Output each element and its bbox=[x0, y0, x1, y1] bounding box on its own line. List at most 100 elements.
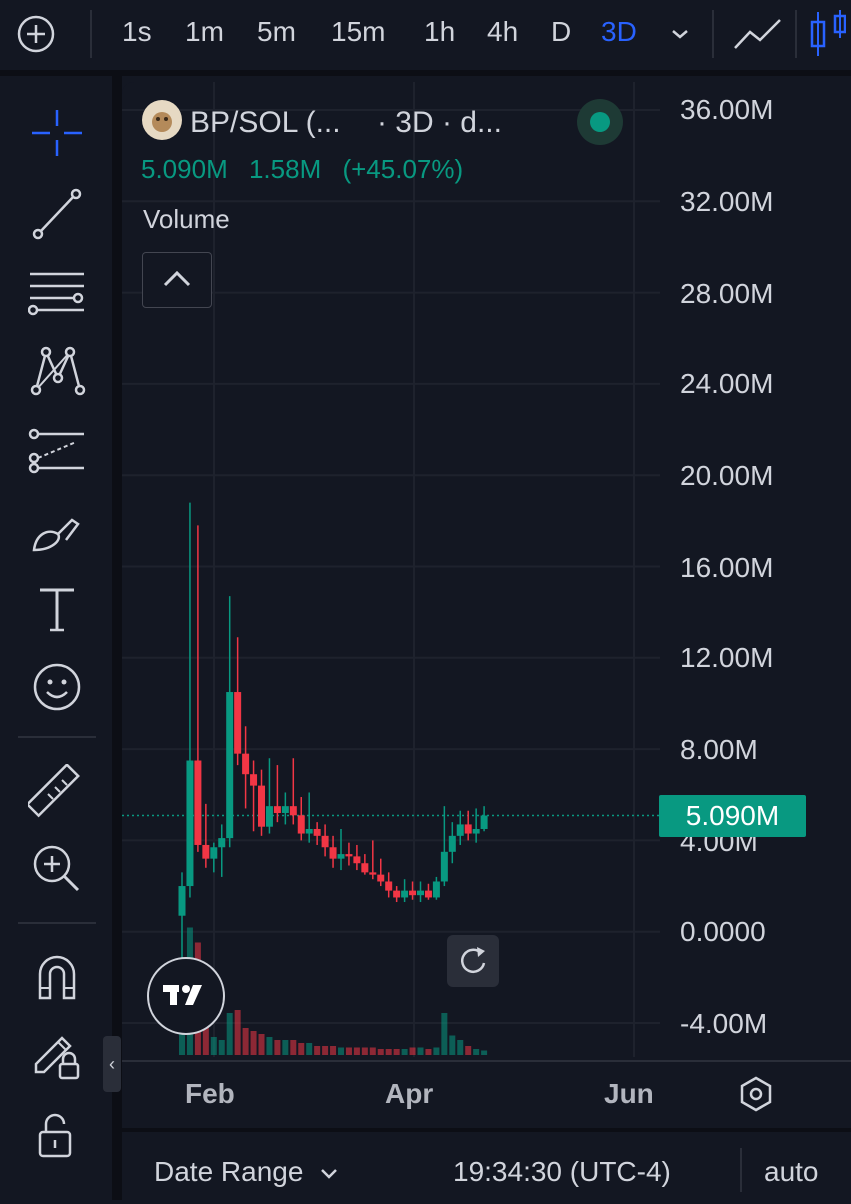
candle-body bbox=[369, 872, 377, 875]
bottom-toolbar: Date Range 19:34:30 (UTC-4) auto bbox=[122, 1128, 851, 1204]
volume-bar bbox=[369, 1047, 376, 1055]
brush-icon[interactable] bbox=[28, 502, 86, 560]
crosshair-icon[interactable] bbox=[28, 104, 86, 162]
unlock-icon[interactable] bbox=[28, 1108, 86, 1166]
volume-bar bbox=[465, 1046, 472, 1055]
timeframe-5m[interactable]: 5m bbox=[257, 16, 296, 48]
volume-bar bbox=[210, 1037, 217, 1055]
price-tick: 8.00M bbox=[680, 734, 758, 765]
price-tick: 0.0000 bbox=[680, 916, 766, 947]
collapse-toolbar-toggle[interactable]: ‹ bbox=[103, 1036, 121, 1092]
pattern-icon[interactable] bbox=[28, 342, 86, 400]
timeframe-4h[interactable]: 4h bbox=[487, 16, 518, 48]
add-circle-icon[interactable] bbox=[16, 14, 56, 54]
fib-lines-icon[interactable] bbox=[27, 264, 86, 322]
auto-scale-toggle[interactable]: auto bbox=[764, 1156, 819, 1188]
date-range-label: Date Range bbox=[154, 1156, 304, 1187]
volume-bar bbox=[218, 1040, 225, 1055]
volume-indicator-label[interactable]: Volume bbox=[143, 204, 230, 235]
volume-bar bbox=[417, 1047, 424, 1055]
candle-body bbox=[297, 815, 305, 834]
change-percent: (+45.07%) bbox=[342, 154, 464, 184]
symbol-legend[interactable]: BP/SOL (... · 3D · d... bbox=[190, 106, 502, 140]
volume-bar bbox=[473, 1049, 480, 1055]
zoom-in-icon[interactable] bbox=[28, 840, 86, 898]
last-price: 5.090M bbox=[141, 154, 228, 184]
settings-hexagon-icon[interactable] bbox=[736, 1074, 776, 1114]
token-avatar bbox=[142, 100, 182, 140]
timeframe-1m[interactable]: 1m bbox=[185, 16, 224, 48]
price-tick: 28.00M bbox=[680, 278, 774, 309]
volume-bar bbox=[226, 1013, 233, 1055]
chevron-down-icon[interactable] bbox=[668, 24, 692, 44]
candle-body bbox=[242, 753, 250, 775]
top-toolbar: 1s 1m 5m 15m 1h 4h D 3D bbox=[0, 0, 851, 76]
price-axis[interactable]: 36.00M 32.00M 28.00M 24.00M 20.00M 16.00… bbox=[660, 82, 851, 1057]
volume-bar bbox=[433, 1047, 440, 1055]
volume-bar bbox=[282, 1040, 289, 1055]
volume-bar bbox=[266, 1037, 273, 1055]
volume-bar bbox=[481, 1050, 488, 1055]
drawing-toolbar bbox=[0, 76, 112, 1200]
reset-chart-button[interactable] bbox=[447, 935, 499, 987]
collapse-legend-button[interactable] bbox=[142, 252, 212, 308]
toolbar-divider bbox=[712, 10, 714, 58]
candle-body bbox=[353, 856, 361, 864]
candles-icon[interactable] bbox=[806, 8, 847, 60]
candle-body bbox=[202, 844, 210, 859]
volume-bar bbox=[449, 1035, 456, 1055]
date-range-button[interactable]: Date Range bbox=[154, 1156, 339, 1188]
magnet-icon[interactable] bbox=[28, 948, 86, 1006]
timeframe-d[interactable]: D bbox=[551, 16, 571, 48]
market-status-indicator[interactable] bbox=[577, 99, 623, 145]
price-tick: -4.00M bbox=[680, 1008, 768, 1039]
candle-body bbox=[424, 890, 432, 898]
volume-bar bbox=[409, 1047, 416, 1055]
timeframe-1s[interactable]: 1s bbox=[122, 16, 152, 48]
candle-body bbox=[281, 806, 289, 814]
ruler-icon[interactable] bbox=[25, 762, 86, 822]
forecast-icon[interactable] bbox=[28, 422, 86, 480]
change-value: 1.58M bbox=[248, 154, 322, 184]
candle-body bbox=[417, 890, 424, 896]
volume-bar bbox=[242, 1028, 249, 1055]
candle-body bbox=[194, 760, 202, 845]
price-tick: 32.00M bbox=[680, 186, 774, 217]
candle-body bbox=[440, 851, 448, 882]
price-tick: 12.00M bbox=[680, 642, 774, 673]
price-tick: 36.00M bbox=[680, 94, 774, 125]
tradingview-logo[interactable] bbox=[147, 957, 225, 1035]
candle-body bbox=[178, 886, 186, 916]
line-chart-icon[interactable] bbox=[732, 14, 784, 54]
timeframe-1h[interactable]: 1h bbox=[424, 16, 455, 48]
current-price-label: 5.090M bbox=[659, 795, 806, 837]
volume-bar bbox=[234, 1010, 241, 1055]
volume-bar bbox=[298, 1043, 305, 1055]
price-change-legend: 5.090M 1.58M (+45.07%) bbox=[141, 154, 477, 185]
toolbar-divider bbox=[18, 922, 96, 924]
time-axis[interactable]: Feb Apr Jun bbox=[122, 1060, 851, 1126]
volume-bar bbox=[306, 1043, 313, 1055]
candle-body bbox=[226, 692, 234, 839]
volume-bar bbox=[322, 1046, 329, 1055]
toolbar-divider bbox=[18, 736, 96, 738]
volume-bar bbox=[353, 1047, 360, 1055]
volume-bar bbox=[345, 1047, 352, 1055]
timeframe-3d[interactable]: 3D bbox=[601, 16, 637, 48]
text-icon[interactable] bbox=[28, 580, 86, 638]
volume-bar bbox=[377, 1049, 384, 1055]
price-tick: 24.00M bbox=[680, 368, 774, 399]
candle-body bbox=[289, 806, 297, 816]
volume-bar bbox=[425, 1049, 432, 1055]
clock-timezone[interactable]: 19:34:30 (UTC-4) bbox=[453, 1156, 671, 1188]
candle-body bbox=[361, 863, 369, 873]
candle-body bbox=[393, 890, 401, 898]
volume-bar bbox=[361, 1047, 368, 1055]
lock-drawing-icon[interactable] bbox=[28, 1026, 86, 1084]
chevron-down-icon bbox=[321, 1169, 338, 1179]
symbol-name: BP/SOL (... bbox=[190, 106, 341, 139]
candle-body bbox=[456, 824, 464, 836]
timeframe-15m[interactable]: 15m bbox=[331, 16, 385, 48]
trend-line-icon[interactable] bbox=[28, 184, 86, 242]
emoji-icon[interactable] bbox=[28, 658, 86, 716]
